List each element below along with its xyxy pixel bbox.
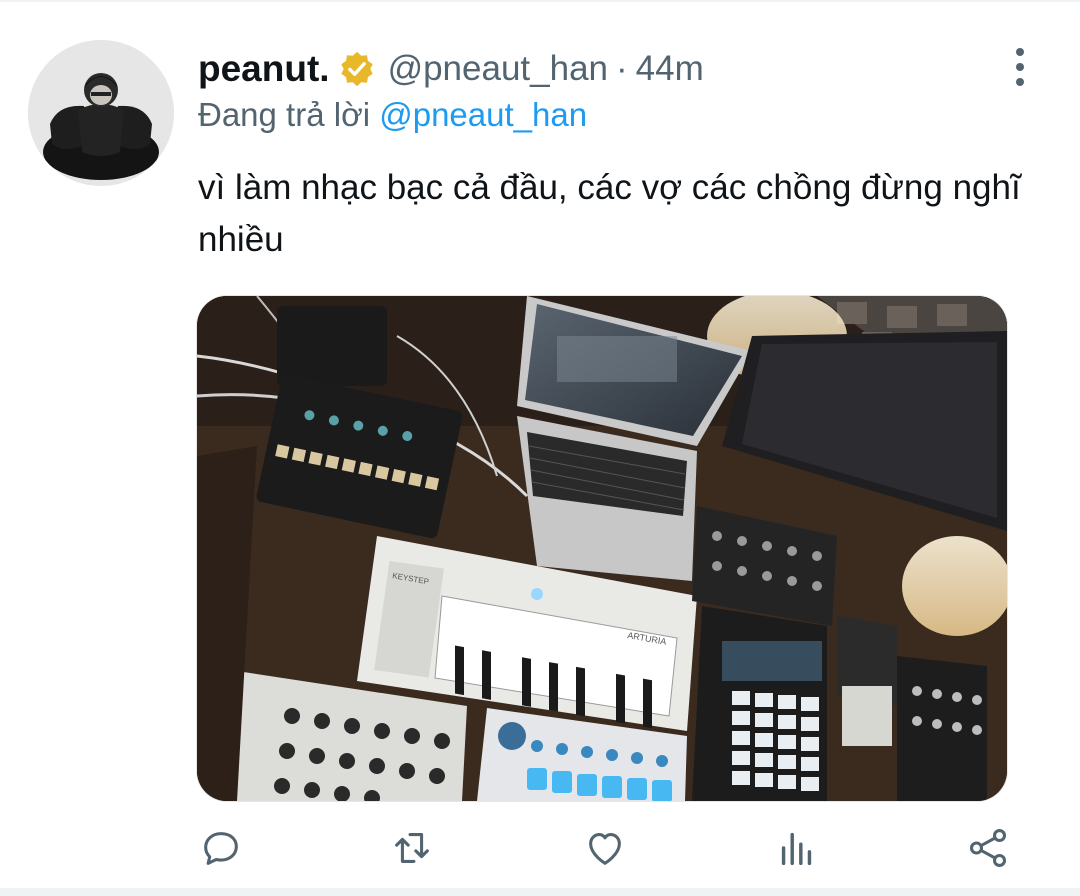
more-dot: [1016, 63, 1024, 71]
timestamp[interactable]: 44m: [636, 49, 704, 89]
top-divider: [0, 0, 1080, 2]
share-icon: [969, 829, 1007, 867]
studio-photo-icon: KEYSTEP ARTURIA: [197, 296, 1007, 801]
heart-icon: [589, 833, 621, 865]
tweet-media-photo[interactable]: KEYSTEP ARTURIA: [197, 296, 1007, 801]
share-button[interactable]: [958, 818, 1018, 878]
bottom-divider: [0, 888, 1080, 896]
replying-to: Đang trả lời @pneaut_han: [198, 94, 587, 136]
analytics-icon: [781, 832, 812, 866]
retweet-button[interactable]: [382, 818, 442, 878]
tweet-actions: [0, 818, 1080, 878]
more-dot: [1016, 78, 1024, 86]
like-button[interactable]: [575, 818, 635, 878]
replying-mention-link[interactable]: @pneaut_han: [379, 96, 587, 133]
more-dot: [1016, 48, 1024, 56]
separator-dot: ·: [616, 49, 628, 88]
reply-icon: [204, 832, 238, 865]
tweet-header: peanut. @pneaut_han · 44m: [198, 44, 704, 94]
views-button[interactable]: [767, 818, 827, 878]
user-handle[interactable]: @pneaut_han: [388, 49, 608, 89]
avatar[interactable]: [28, 40, 174, 186]
tweet-text: vì làm nhạc bạc cả đầu, các vợ các chồng…: [198, 168, 1021, 259]
more-vertical-icon[interactable]: [1000, 44, 1040, 90]
replying-prefix: Đang trả lời: [198, 96, 371, 133]
retweet-icon: [395, 833, 429, 863]
reply-button[interactable]: [191, 818, 251, 878]
display-name[interactable]: peanut.: [198, 48, 330, 90]
verified-badge-icon[interactable]: [338, 50, 376, 88]
profile-photo-icon: [28, 40, 174, 186]
